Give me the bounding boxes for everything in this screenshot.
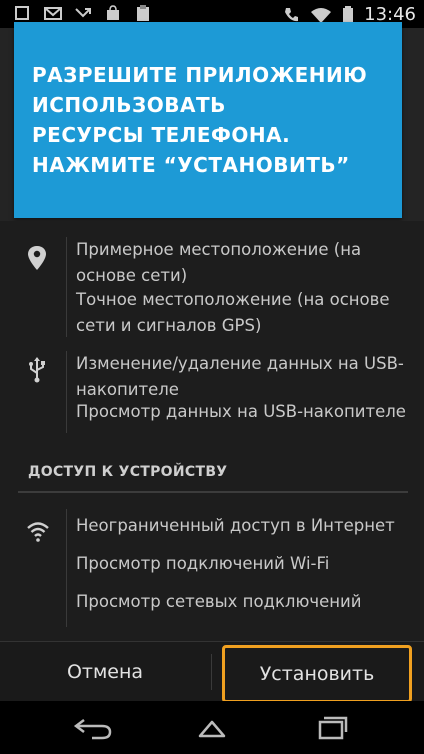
wifi-icon xyxy=(27,522,49,542)
clipboard-icon xyxy=(137,5,149,21)
group-divider-line xyxy=(66,509,67,627)
permission-item: Примерное местоположение (на основе сети… xyxy=(76,240,362,285)
instruction-overlay: РАЗРЕШИТЕ ПРИЛОЖЕНИЮ ИСПОЛЬЗОВАТЬ РЕСУРС… xyxy=(14,22,402,218)
permission-item: Просмотр данных на USB-накопителе xyxy=(76,402,406,421)
install-button[interactable]: Установить xyxy=(222,645,412,703)
usb-icon xyxy=(29,357,45,383)
wifi-status-icon xyxy=(311,7,332,23)
missed-call-icon xyxy=(75,8,91,18)
permission-item: Изменение/удаление данных на USB-накопит… xyxy=(76,354,404,399)
permission-group-storage: Изменение/удаление данных на USB-накопит… xyxy=(0,341,424,441)
home-button[interactable] xyxy=(182,711,242,745)
back-button[interactable] xyxy=(64,711,124,745)
notification-icon xyxy=(15,6,29,20)
recent-apps-icon xyxy=(318,716,348,740)
cancel-button[interactable]: Отмена xyxy=(0,642,210,702)
location-pin-icon xyxy=(28,246,46,270)
instruction-text: РАЗРЕШИТЕ ПРИЛОЖЕНИЮ ИСПОЛЬЗОВАТЬ РЕСУРС… xyxy=(32,63,368,177)
section-divider xyxy=(18,491,408,493)
group-divider-line xyxy=(66,237,67,337)
phone-icon xyxy=(285,7,299,21)
navigation-bar xyxy=(0,701,424,754)
permission-group-location: Примерное местоположение (на основе сети… xyxy=(0,221,424,341)
back-icon xyxy=(73,719,112,740)
permission-item: Просмотр сетевых подключений xyxy=(76,592,362,611)
battery-icon xyxy=(343,5,354,24)
shopping-bag-icon xyxy=(107,5,119,20)
permission-group-network: Неограниченный доступ в Интернет Просмот… xyxy=(0,501,424,631)
gmail-icon xyxy=(44,7,62,20)
permission-item: Точное местоположение (на основе сети и … xyxy=(76,290,390,335)
permission-item: Просмотр подключений Wi-Fi xyxy=(76,554,330,573)
permission-item: Неограниченный доступ в Интернет xyxy=(76,516,395,535)
action-button-bar: Отмена Установить xyxy=(0,641,424,703)
recent-apps-button[interactable] xyxy=(302,711,362,745)
button-separator xyxy=(211,654,212,690)
permissions-list[interactable]: Примерное местоположение (на основе сети… xyxy=(0,221,424,641)
home-icon xyxy=(198,720,226,738)
status-notification-icons xyxy=(14,5,152,21)
section-header-device-access: ДОСТУП К УСТРОЙСТВУ xyxy=(28,464,228,480)
group-divider-line xyxy=(66,351,67,433)
